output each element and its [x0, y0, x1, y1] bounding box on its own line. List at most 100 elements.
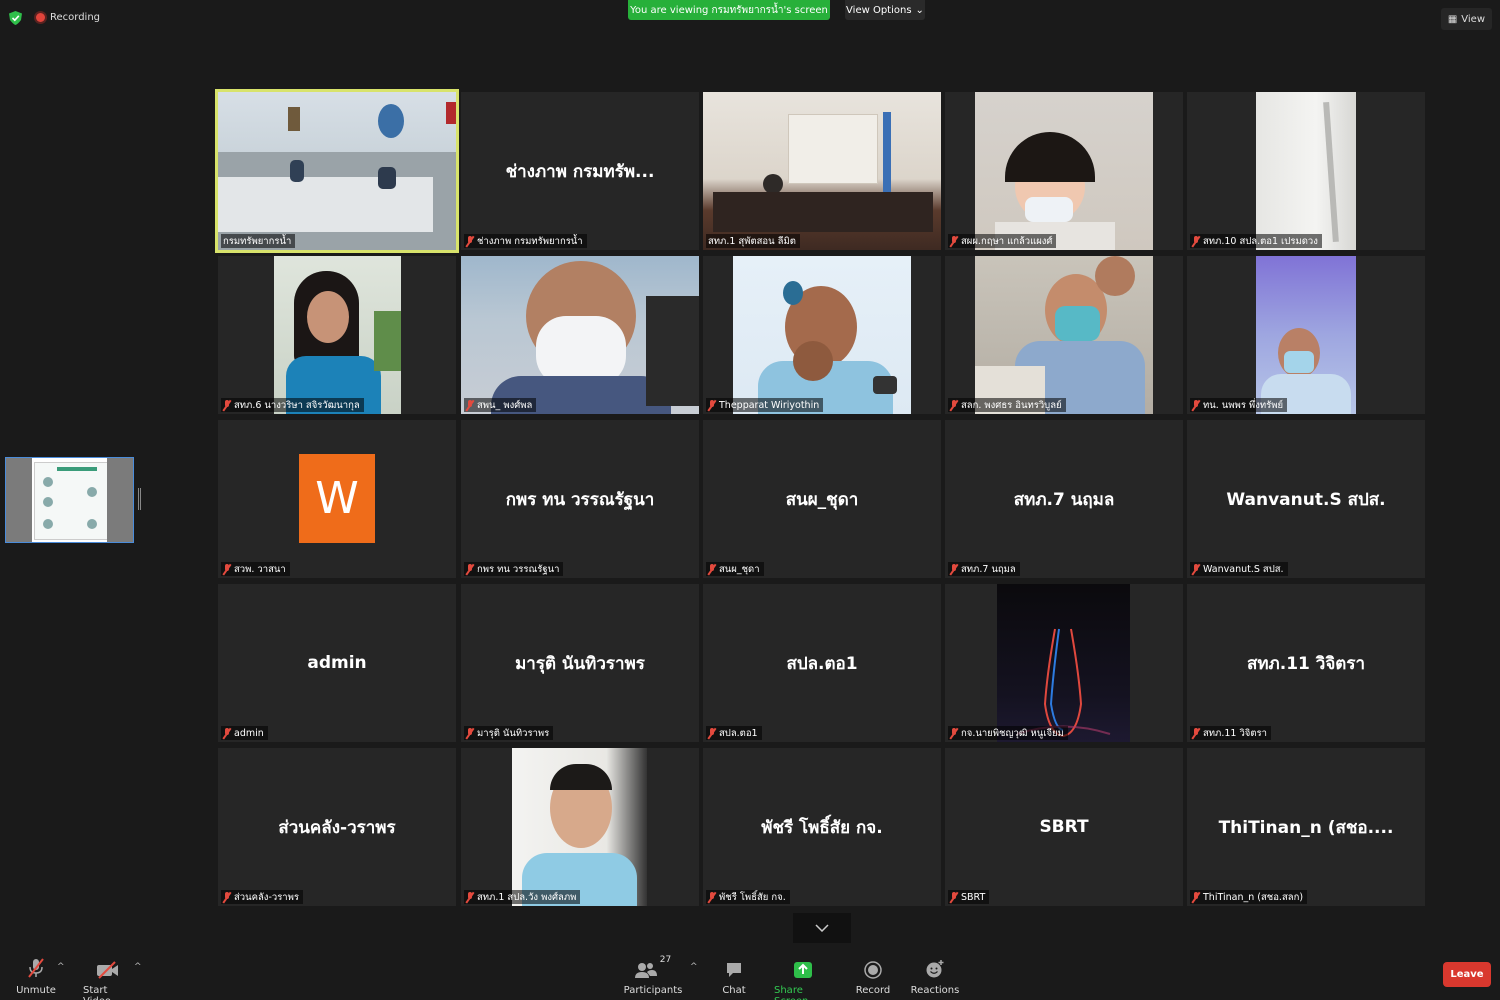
video-tile[interactable]: สทภ.10 สปล.ตอ1 เปรมดวง [1187, 92, 1425, 250]
video-tile[interactable]: สทภ.1 สุพัตสอน ลีมิต [703, 92, 941, 250]
participant-name-label: ทน. นพพร พึ่งทรัพย์ [1190, 398, 1288, 412]
participant-video [461, 256, 699, 414]
participants-options-caret-icon[interactable]: ^ [690, 962, 698, 972]
mic-muted-icon [223, 727, 231, 739]
mic-muted-icon [950, 399, 958, 411]
participant-display-name: พัชรี โพธิ์สัย กจ. [761, 817, 883, 838]
view-button-label: View [1461, 13, 1485, 25]
participant-name-label: สทภ.1 สุพัตสอน ลีมิต [706, 234, 800, 248]
reactions-button[interactable]: Reactions [911, 955, 959, 996]
participant-display-name: ส่วนคลัง-วราพร [278, 817, 396, 838]
hide-toolbar-button[interactable] [793, 913, 851, 943]
avatar: W [299, 454, 375, 543]
video-tile[interactable]: W สวพ. วาสนา [218, 420, 456, 578]
participant-name-label: Thepparat Wiriyothin [706, 398, 824, 412]
video-tile[interactable]: สปล.ตอ1 สปล.ตอ1 [703, 584, 941, 742]
participant-count: 27 [659, 955, 672, 965]
video-options-caret-icon[interactable]: ^ [134, 962, 142, 972]
grid-icon: ▦ [1447, 13, 1458, 25]
mic-muted-icon [708, 399, 716, 411]
video-tile[interactable]: กพร ทน วรรณรัฐนา กพร ทน วรรณรัฐนา [461, 420, 699, 578]
participant-name-label: Wanvanut.S สปส. [1190, 562, 1288, 576]
video-tile[interactable]: สทภ.1 สปล.วัง พงศ์ลภพ [461, 748, 699, 906]
slide-preview [34, 462, 108, 540]
unmute-button[interactable]: Unmute [16, 955, 56, 996]
participant-video [1256, 256, 1356, 414]
video-tile[interactable]: สลก. พงศธร อินทรวิบูลย์ [945, 256, 1183, 414]
shared-screen-thumbnail[interactable] [5, 457, 134, 543]
mic-muted-icon [950, 235, 958, 247]
mic-muted-icon [223, 563, 231, 575]
mic-muted-icon [1192, 235, 1200, 247]
record-icon [864, 961, 882, 979]
thumbnail-resize-handle[interactable] [138, 488, 141, 510]
view-button[interactable]: ▦ View [1440, 8, 1492, 30]
video-tile[interactable]: พัชรี โพธิ์สัย กจ. พัชรี โพธิ์สัย กจ. [703, 748, 941, 906]
share-screen-button[interactable]: Share Screen [774, 955, 832, 1000]
view-options-button[interactable]: View Options ⌄ [845, 0, 925, 20]
video-tile[interactable]: SBRT SBRT [945, 748, 1183, 906]
participants-label: Participants [623, 985, 683, 996]
participant-name-label: พัชรี โพธิ์สัย กจ. [706, 890, 790, 904]
video-tile[interactable]: สทภ.11 วิจิตรา สทภ.11 วิจิตรา [1187, 584, 1425, 742]
participant-video [1256, 92, 1356, 250]
participant-name-label: กจ.นายพิชญวุฒิ หนูเจียม [948, 726, 1068, 740]
participant-name-label: สปล.ตอ1 [706, 726, 762, 740]
participant-name-label: admin [221, 726, 268, 740]
participant-display-name: ช่างภาพ กรมทรัพ... [505, 161, 655, 182]
leave-meeting-button[interactable]: Leave [1443, 962, 1491, 987]
recording-indicator[interactable]: Recording [36, 12, 100, 23]
video-tile[interactable]: ทน. นพพร พึ่งทรัพย์ [1187, 256, 1425, 414]
video-tile[interactable]: ช่างภาพ กรมทรัพ... ช่างภาพ กรมทรัพยากรน้… [461, 92, 699, 250]
mic-muted-icon [223, 399, 231, 411]
security-shield-icon[interactable] [9, 11, 22, 25]
reactions-smiley-icon [926, 960, 944, 978]
participant-video [975, 92, 1153, 250]
start-video-label: Start Video [83, 985, 111, 1000]
video-tile[interactable]: ThiTinan_n (สชอ.... ThiTinan_n (สชอ.สลก) [1187, 748, 1425, 906]
participants-button[interactable]: 27 Participants [623, 955, 683, 996]
record-button[interactable]: Record [855, 955, 891, 996]
video-tile[interactable]: สทภ.6 นางวริษา สจิรวัฒนากุล [218, 256, 456, 414]
mic-muted-icon [466, 563, 474, 575]
video-tile[interactable]: สทภ.7 นฤมล สทภ.7 นฤมล [945, 420, 1183, 578]
video-tile[interactable]: Wanvanut.S สปส. Wanvanut.S สปส. [1187, 420, 1425, 578]
participant-video [975, 256, 1153, 414]
participant-display-name: สนผ_ชุดา [785, 489, 859, 510]
start-video-button[interactable]: Start Video [83, 955, 133, 1000]
audio-options-caret-icon[interactable]: ^ [57, 962, 65, 972]
mic-muted-icon [223, 891, 231, 903]
video-tile[interactable]: สผผ.กฤษา แกล้วแผงศ์ [945, 92, 1183, 250]
mic-muted-icon [950, 563, 958, 575]
video-tile[interactable]: สพน_ พงศ์พล [461, 256, 699, 414]
participant-video [997, 584, 1130, 742]
video-tile[interactable]: admin admin [218, 584, 456, 742]
participant-display-name: SBRT [1039, 817, 1089, 837]
video-tile[interactable]: Thepparat Wiriyothin [703, 256, 941, 414]
mic-muted-icon [1192, 891, 1200, 903]
chat-button[interactable]: Chat [718, 955, 750, 996]
participant-name-label: สพน_ พงศ์พล [464, 398, 537, 412]
participant-display-name: มารุติ นันทิวราพร [515, 653, 645, 674]
mic-muted-icon [1192, 399, 1200, 411]
participant-name-label: สทภ.1 สปล.วัง พงศ์ลภพ [464, 890, 581, 904]
video-tile[interactable]: ส่วนคลัง-วราพร ส่วนคลัง-วราพร [218, 748, 456, 906]
participant-video [703, 92, 941, 250]
chat-label: Chat [722, 985, 746, 996]
participant-name-label: สนผ_ชุดา [706, 562, 764, 576]
video-tile[interactable]: กรมทรัพยากรน้ำ [215, 89, 459, 253]
video-tile[interactable]: สนผ_ชุดา สนผ_ชุดา [703, 420, 941, 578]
mic-muted-icon [950, 727, 958, 739]
mic-muted-icon [708, 727, 716, 739]
participant-name-label: มารุติ นันทิวราพร [464, 726, 554, 740]
chat-icon [727, 963, 741, 977]
view-options-label: View Options [846, 4, 912, 16]
video-tile[interactable]: กจ.นายพิชญวุฒิ หนูเจียม [945, 584, 1183, 742]
mic-muted-icon [708, 891, 716, 903]
participant-name-label: ช่างภาพ กรมทรัพยากรน้ำ [464, 234, 587, 248]
video-tile[interactable]: มารุติ นันทิวราพร มารุติ นันทิวราพร [461, 584, 699, 742]
mic-muted-icon [466, 399, 474, 411]
participant-display-name: สทภ.7 นฤมล [1013, 489, 1115, 510]
participant-name-label: ส่วนคลัง-วราพร [221, 890, 304, 904]
participants-icon [634, 963, 657, 978]
